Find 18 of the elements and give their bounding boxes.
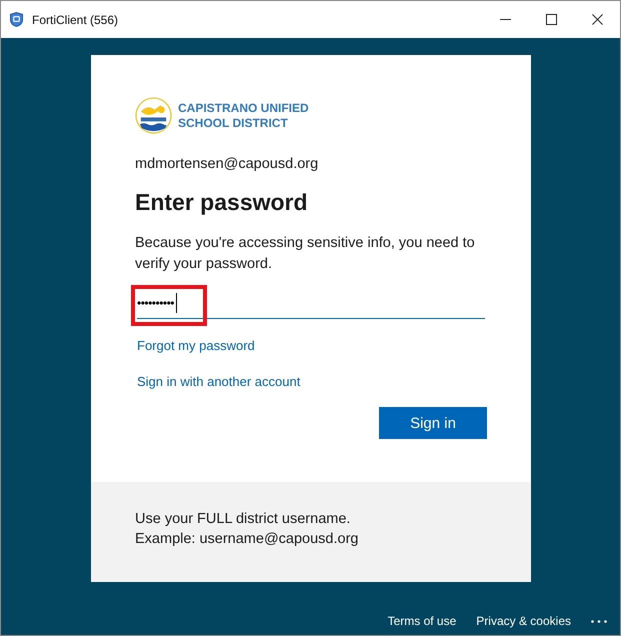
note-text: Use your FULL district username. Example: username@capousd.org (135, 510, 360, 549)
shield-icon (10, 12, 23, 27)
sign-in-button[interactable]: Sign in (379, 407, 487, 439)
password-field[interactable]: •••••••••• (137, 288, 485, 319)
link[interactable]: Sign in with another account (137, 374, 300, 389)
link[interactable]: Forgot my password (137, 338, 255, 353)
window-title: FortiClient (556) (32, 12, 118, 26)
footer-link[interactable]: Terms of use (388, 614, 456, 628)
text-cursor (176, 293, 178, 313)
logo-icon (135, 97, 172, 134)
account-email: mdmortensen@capousd.org (135, 156, 318, 172)
footer-link[interactable]: Privacy & cookies (476, 614, 571, 628)
maximize-icon (546, 14, 556, 25)
close-icon (592, 14, 602, 25)
description-text: Because you're accessing sensitive info, you need to verify your password. (135, 234, 476, 274)
more-icon[interactable] (591, 620, 607, 622)
page-heading: Enter password (135, 189, 308, 216)
organization-name: CAPISTRANO UNIFIED SCHOOL DISTRICT (178, 100, 310, 130)
